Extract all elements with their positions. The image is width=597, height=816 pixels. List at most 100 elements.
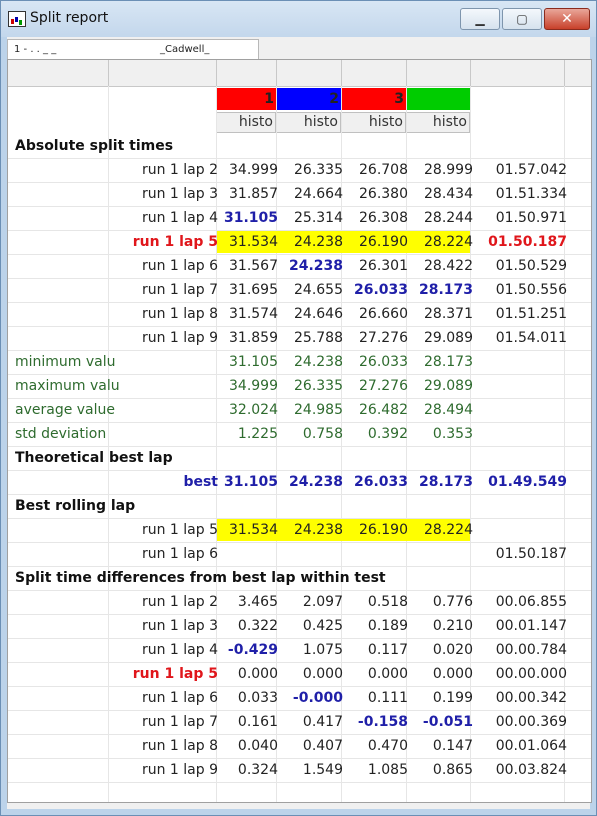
split-3-cell: 26.482 bbox=[359, 402, 408, 418]
status-bar bbox=[7, 803, 590, 809]
table-row[interactable]: run 1 lap 3 31.857 24.664 26.380 28.434 01.51… bbox=[8, 182, 591, 207]
section-title: Split time differences from best lap wit… bbox=[15, 570, 386, 586]
table-row[interactable]: run 1 lap 9 31.859 25.788 27.276 29.089 01.54… bbox=[8, 326, 591, 351]
table-row[interactable]: run 1 lap 7 0.161 0.417 -0.158 -0.051 00.00.3… bbox=[8, 710, 591, 735]
title-bar[interactable]: Split report ▁ ▢ ✕ bbox=[1, 1, 596, 37]
table-row[interactable]: run 1 lap 2 34.999 26.335 26.708 28.999 01.57… bbox=[8, 158, 591, 183]
table-row[interactable]: run 1 lap 2 3.465 2.097 0.518 0.776 00.06.855 bbox=[8, 590, 591, 615]
split-3-cell: 27.276 bbox=[359, 330, 408, 346]
split-1-cell: 0.324 bbox=[237, 762, 278, 778]
row-label: maximum valu bbox=[15, 378, 120, 394]
histo-cell-4[interactable]: histo bbox=[406, 112, 470, 133]
split-3-cell: 26.190 bbox=[359, 234, 408, 250]
row-label: run 1 lap 3 bbox=[141, 186, 218, 202]
table-row[interactable]: run 1 lap 6 0.033 -0.000 0.111 0.199 00.00.34… bbox=[8, 686, 591, 711]
split-2-cell: 25.788 bbox=[294, 330, 343, 346]
header-cell bbox=[470, 60, 565, 86]
split-4-cell: 28.422 bbox=[424, 258, 473, 274]
table-row[interactable]: run 1 lap 5 31.534 24.238 26.190 28.224 bbox=[8, 518, 591, 543]
minimize-button[interactable]: ▁ bbox=[460, 8, 500, 30]
close-icon: ✕ bbox=[561, 11, 573, 27]
split-2-cell: 26.335 bbox=[294, 162, 343, 178]
lap-total-cell: 00.01.147 bbox=[495, 618, 567, 634]
table-row[interactable]: run 1 lap 6 31.567 24.238 26.301 28.422 01.50… bbox=[8, 254, 591, 279]
split-1-cell: 31.105 bbox=[229, 354, 278, 370]
split-4-cell: 28.244 bbox=[424, 210, 473, 226]
row-label: run 1 lap 9 bbox=[141, 330, 218, 346]
row-label: std deviation bbox=[15, 426, 107, 442]
split-2-cell: 25.314 bbox=[294, 210, 343, 226]
table-row[interactable]: run 1 lap 8 31.574 24.646 26.660 28.371 01.51… bbox=[8, 302, 591, 327]
histo-cell-1[interactable]: histo bbox=[216, 112, 276, 133]
split-2-cell: 24.238 bbox=[294, 522, 343, 538]
column-number-2[interactable]: 2 bbox=[276, 88, 341, 110]
split-2-cell: 0.000 bbox=[302, 666, 343, 682]
split-2-cell: 26.335 bbox=[294, 378, 343, 394]
histo-cell-2[interactable]: histo bbox=[276, 112, 341, 133]
split-2-cell: -0.000 bbox=[292, 690, 343, 706]
lap-total-cell: 01.51.251 bbox=[495, 306, 567, 322]
split-1-cell: 0.033 bbox=[237, 690, 278, 706]
split-table: 1 histo 2 histo 3 histo histo Absolute split t… bbox=[7, 59, 592, 803]
split-1-cell: 0.161 bbox=[237, 714, 278, 730]
split-2-cell: 24.664 bbox=[294, 186, 343, 202]
header-cell bbox=[8, 60, 109, 86]
row-label: run 1 lap 6 bbox=[141, 690, 218, 706]
header-cell bbox=[276, 60, 342, 86]
table-row[interactable]: run 1 lap 8 0.040 0.407 0.470 0.147 00.01.064 bbox=[8, 734, 591, 759]
tab-report[interactable]: 1 - . . _ _ _Cadwell_ bbox=[7, 39, 259, 60]
table-row[interactable]: run 1 lap 4 31.105 25.314 26.308 28.244 01.50… bbox=[8, 206, 591, 231]
section-title: Theoretical best lap bbox=[15, 450, 173, 466]
split-1-cell: 31.534 bbox=[229, 234, 278, 250]
split-3-cell: 0.470 bbox=[367, 738, 408, 754]
split-report-window: Split report ▁ ▢ ✕ 1 - . . _ _ _Cadwell_… bbox=[0, 0, 597, 816]
row-label: run 1 lap 4 bbox=[141, 210, 218, 226]
split-2-cell: 24.238 bbox=[288, 474, 343, 490]
table-row[interactable]: run 1 lap 5 0.000 0.000 0.000 0.000 00.00.000 bbox=[8, 662, 591, 687]
lap-total-cell: 01.54.011 bbox=[495, 330, 567, 346]
table-row[interactable]: run 1 lap 6 01.50.187 bbox=[8, 542, 591, 567]
split-3-cell: 0.392 bbox=[367, 426, 408, 442]
table-row[interactable]: std deviation 1.225 0.758 0.392 0.353 bbox=[8, 422, 591, 447]
column-number-3[interactable]: 3 bbox=[341, 88, 406, 110]
table-row[interactable]: run 1 lap 7 31.695 24.655 26.033 28.173 01.50… bbox=[8, 278, 591, 303]
table-row[interactable]: run 1 lap 5 31.534 24.238 26.190 28.224 01.50… bbox=[8, 230, 591, 255]
lap-total-cell: 00.03.824 bbox=[495, 762, 567, 778]
split-4-cell: 0.000 bbox=[432, 666, 473, 682]
split-4-cell: 0.210 bbox=[432, 618, 473, 634]
close-button[interactable]: ✕ bbox=[544, 8, 590, 30]
split-3-cell: 26.033 bbox=[353, 474, 408, 490]
table-row[interactable]: run 1 lap 4 -0.429 1.075 0.117 0.020 00.00.78… bbox=[8, 638, 591, 663]
split-3-cell: 26.190 bbox=[359, 522, 408, 538]
lap-total-cell: 00.00.000 bbox=[495, 666, 567, 682]
table-row[interactable]: run 1 lap 9 0.324 1.549 1.085 0.865 00.03.824 bbox=[8, 758, 591, 783]
tab-right-text: _Cadwell_ bbox=[160, 44, 210, 55]
column-number-4[interactable] bbox=[406, 88, 470, 110]
column-number-1[interactable]: 1 bbox=[216, 88, 276, 110]
split-4-cell: 28.494 bbox=[424, 402, 473, 418]
maximize-button[interactable]: ▢ bbox=[502, 8, 542, 30]
histo-cell-3[interactable]: histo bbox=[341, 112, 406, 133]
split-4-cell: 28.173 bbox=[418, 474, 473, 490]
split-1-cell: 0.040 bbox=[237, 738, 278, 754]
row-label: run 1 lap 7 bbox=[141, 282, 218, 298]
split-2-cell: 24.238 bbox=[294, 354, 343, 370]
maximize-icon: ▢ bbox=[516, 12, 528, 26]
section-header: Absolute split times bbox=[8, 134, 591, 159]
row-label: run 1 lap 7 bbox=[141, 714, 218, 730]
row-label: minimum valu bbox=[15, 354, 116, 370]
table-row[interactable]: run 1 lap 3 0.322 0.425 0.189 0.210 00.01.147 bbox=[8, 614, 591, 639]
table-row[interactable]: best 31.105 24.238 26.033 28.173 01.49.549 bbox=[8, 470, 591, 495]
table-row[interactable]: minimum valu 31.105 24.238 26.033 28.173 bbox=[8, 350, 591, 375]
table-row[interactable]: average value 32.024 24.985 26.482 28.494 bbox=[8, 398, 591, 423]
split-3-cell: 0.189 bbox=[367, 618, 408, 634]
row-label: run 1 lap 9 bbox=[141, 762, 218, 778]
split-2-cell: 24.646 bbox=[294, 306, 343, 322]
table-row[interactable]: maximum valu 34.999 26.335 27.276 29.089 bbox=[8, 374, 591, 399]
header-cell bbox=[108, 60, 217, 86]
app-icon bbox=[8, 11, 26, 27]
split-3-cell: 0.117 bbox=[367, 642, 408, 658]
split-4-cell: 28.173 bbox=[418, 282, 473, 298]
split-1-cell: 31.574 bbox=[229, 306, 278, 322]
lap-total-cell: 01.50.529 bbox=[495, 258, 567, 274]
